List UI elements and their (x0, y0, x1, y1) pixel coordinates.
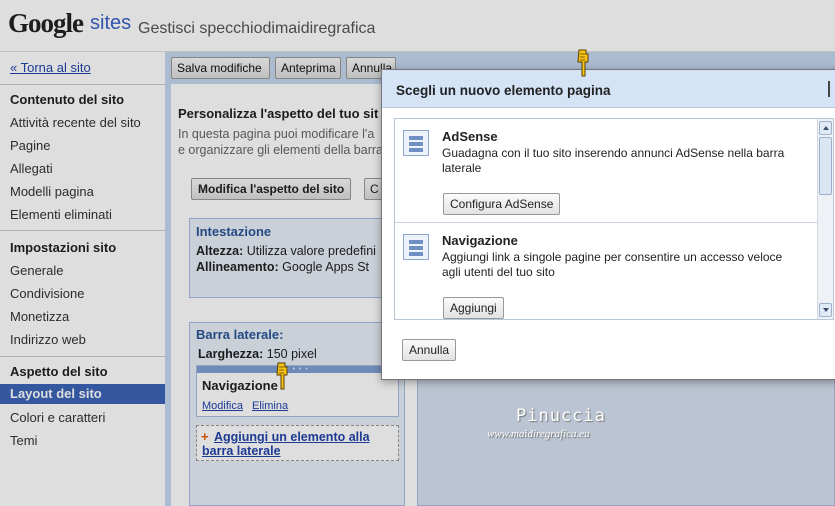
divider (0, 230, 165, 231)
pointing-hand-icon (275, 361, 289, 390)
sidebar-item-sharing[interactable]: Condivisione (10, 286, 84, 301)
gadget-icon (403, 130, 429, 156)
sidebar-item-monetize[interactable]: Monetizza (10, 309, 69, 324)
height-label: Altezza: (196, 244, 244, 258)
close-icon[interactable] (828, 81, 835, 97)
item-description: Guadagna con il tuo sito inserendo annun… (442, 146, 785, 175)
main-content-section-box[interactable] (417, 374, 835, 506)
add-navigation-button[interactable]: Aggiungi (443, 297, 504, 319)
sidebar-item-site-layout[interactable]: Layout del sito (0, 384, 165, 404)
sidebar-item-themes[interactable]: Temi (10, 433, 37, 448)
scroll-down-icon[interactable] (819, 303, 832, 317)
gadget-title: Navigazione (202, 378, 278, 393)
dialog-header: Scegli un nuovo elemento pagina (382, 70, 835, 108)
modify-site-appearance-button[interactable]: Modifica l'aspetto del sito (191, 178, 352, 200)
element-list: AdSense Guadagna con il tuo sito inseren… (394, 118, 834, 320)
watermark-name: Pinuccia (516, 406, 606, 426)
description-line: In questa pagina puoi modificare l'a (178, 127, 375, 141)
dialog-title: Scegli un nuovo elemento pagina (396, 83, 611, 98)
add-sidebar-item-box[interactable]: + Aggiungi un elemento alla barra latera… (196, 425, 399, 461)
pointing-hand-icon (576, 48, 590, 77)
left-sidebar: « Torna al sito Contenuto del sito Attiv… (0, 52, 165, 506)
back-to-site-link[interactable]: « Torna al sito (10, 60, 91, 75)
divider (0, 84, 165, 85)
add-sidebar-item-link[interactable]: Aggiungi un elemento alla barra laterale (202, 430, 397, 458)
header-alignment: Allineamento: Google Apps St (196, 260, 369, 274)
alignment-label: Allineamento: (196, 260, 279, 274)
sites-logo-text: sites (90, 12, 132, 34)
app-header: Google sites Gestisci specchiodimaidireg… (0, 0, 835, 52)
list-item-navigation: Navigazione Aggiungi link a singole pagi… (395, 223, 817, 319)
choose-element-dialog: Scegli un nuovo elemento pagina AdSense … (381, 69, 835, 380)
watermark-url: www.maidiregrafica.eu (487, 428, 590, 440)
preview-button[interactable]: Anteprima (275, 57, 341, 79)
description-line: e organizzare gli elementi della barra (178, 143, 383, 157)
list-item-adsense: AdSense Guadagna con il tuo sito inseren… (395, 119, 817, 223)
navigation-gadget[interactable]: • • • • Navigazione Modifica Elimina (196, 365, 399, 417)
dialog-cancel-button[interactable]: Annulla (402, 339, 457, 361)
page-title: Personalizza l'aspetto del tuo sit (178, 106, 379, 121)
sidebar-section-title: Barra laterale: (196, 327, 284, 342)
save-button[interactable]: Salva modifiche (171, 57, 270, 79)
sidebar-item-deleted-items[interactable]: Elementi eliminati (10, 207, 112, 222)
alignment-value: Google Apps St (282, 260, 370, 274)
item-title: AdSense (442, 129, 498, 144)
sidebar-item-attachments[interactable]: Allegati (10, 161, 53, 176)
sidebar-item-recent-activity[interactable]: Attività recente del sito (10, 115, 141, 130)
gadget-actions: Modifica Elimina (202, 400, 294, 412)
scroll-up-icon[interactable] (819, 121, 832, 135)
header-section-box[interactable]: Intestazione Altezza: Utilizza valore pr… (189, 218, 399, 298)
gadget-icon (403, 234, 429, 260)
drag-handle[interactable]: • • • • (197, 366, 398, 373)
list-scrollbar[interactable] (817, 119, 833, 319)
width-label: Larghezza: (198, 347, 264, 361)
header-section-title: Intestazione (196, 224, 272, 239)
sidebar-section-box[interactable]: Barra laterale: Larghezza: 150 pixel • •… (189, 322, 405, 506)
divider (0, 356, 165, 357)
sidebar-width: Larghezza: 150 pixel (198, 347, 317, 361)
sidebar-item-general[interactable]: Generale (10, 263, 63, 278)
configure-adsense-button[interactable]: Configura AdSense (443, 193, 561, 215)
sidebar-item-page-templates[interactable]: Modelli pagina (10, 184, 94, 199)
gadget-edit-link[interactable]: Modifica (202, 400, 243, 412)
google-logo[interactable]: Google (8, 8, 84, 39)
page-description: In questa pagina puoi modificare l'a e o… (178, 126, 388, 158)
width-value: 150 pixel (266, 347, 317, 361)
sidebar-item-pages[interactable]: Pagine (10, 138, 50, 153)
gadget-delete-link[interactable]: Elimina (252, 400, 288, 412)
sidebar-heading-appearance: Aspetto del sito (10, 364, 108, 379)
item-description: Aggiungi link a singole pagine per conse… (442, 250, 783, 279)
sidebar-item-colors-fonts[interactable]: Colori e caratteri (10, 410, 105, 425)
sidebar-heading-settings: Impostazioni sito (10, 240, 117, 255)
scroll-thumb[interactable] (819, 137, 832, 195)
header-height: Altezza: Utilizza valore predefini (196, 244, 376, 258)
sidebar-item-web-address[interactable]: Indirizzo web (10, 332, 86, 347)
sidebar-heading-content: Contenuto del sito (10, 92, 125, 107)
item-title: Navigazione (442, 233, 518, 248)
height-value: Utilizza valore predefini (246, 244, 376, 258)
site-title: Gestisci specchiodimaidiregrafica (138, 20, 376, 37)
